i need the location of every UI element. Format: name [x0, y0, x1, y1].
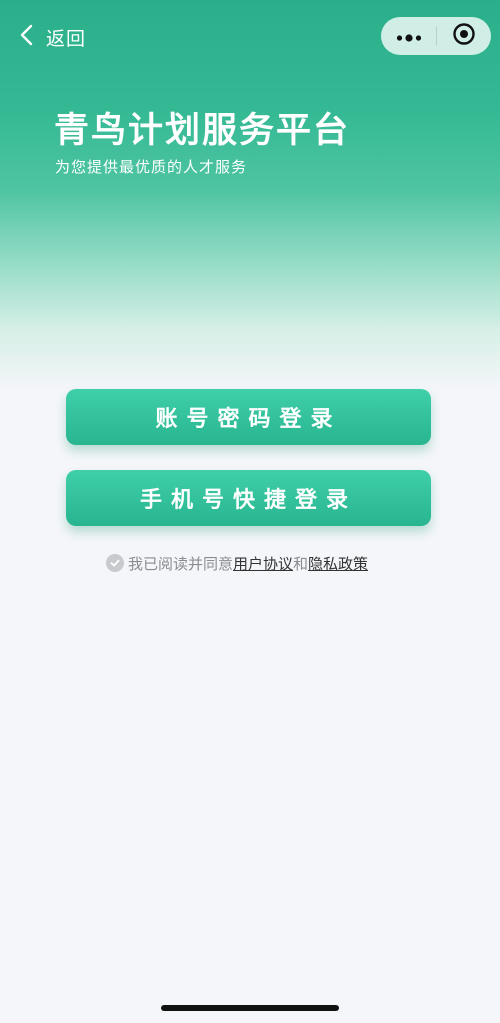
checkmark-icon — [110, 559, 120, 567]
chevron-left-icon — [18, 24, 38, 50]
header-gradient-background — [0, 0, 500, 390]
privacy-policy-link[interactable]: 隐私政策 — [308, 553, 368, 574]
account-password-login-button[interactable]: 账号密码登录 — [66, 389, 431, 445]
agreement-prefix-text: 我已阅读并同意 — [128, 554, 234, 573]
target-circle-icon — [452, 22, 476, 50]
home-indicator — [161, 1005, 339, 1011]
agreement-checkbox[interactable] — [106, 554, 124, 572]
more-dots-icon — [396, 27, 422, 46]
page-subtitle: 为您提供最优质的人才服务 — [55, 158, 248, 176]
agreement-row: 我已阅读并同意 用户协议 和 隐私政策 — [106, 551, 368, 575]
agreement-conjunction-text: 和 — [293, 554, 309, 573]
phone-quick-login-button[interactable]: 手机号快捷登录 — [66, 470, 431, 526]
page-title: 青鸟计划服务平台 — [54, 111, 351, 151]
more-button[interactable] — [381, 17, 436, 55]
miniprogram-capsule — [381, 17, 491, 55]
close-miniprogram-button[interactable] — [437, 17, 491, 55]
back-button[interactable]: 返回 — [18, 20, 86, 54]
user-agreement-link[interactable]: 用户协议 — [233, 553, 293, 574]
back-label: 返回 — [46, 27, 87, 50]
